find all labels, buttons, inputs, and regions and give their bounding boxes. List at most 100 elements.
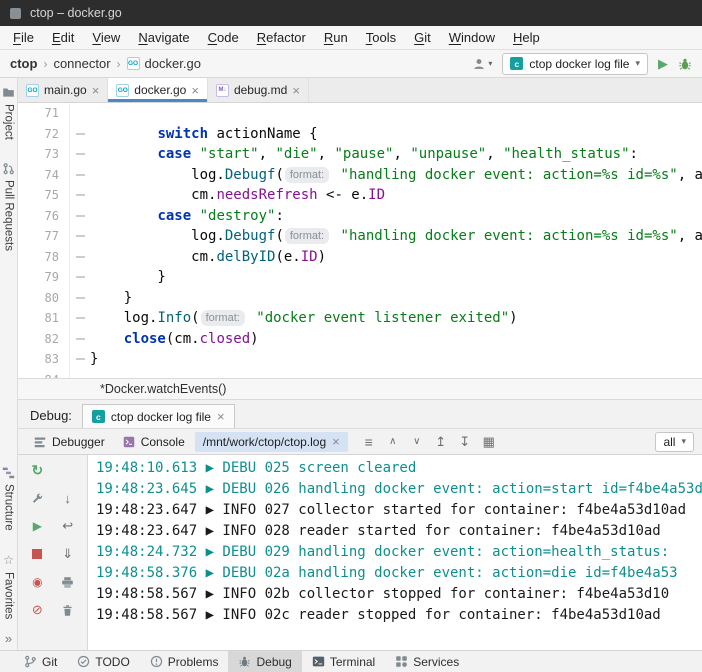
clear-icon[interactable]	[57, 600, 79, 620]
line-number[interactable]: 71	[18, 103, 70, 124]
status-item-debug[interactable]: Debug	[228, 651, 301, 672]
code-line[interactable]: 81 log.Info(format: "docker event listen…	[18, 308, 702, 329]
close-icon[interactable]: ×	[217, 410, 225, 423]
code-line[interactable]: 71	[18, 103, 702, 124]
breadcrumb-item-connector[interactable]: connector	[53, 56, 110, 71]
scroll-up-icon[interactable]: ↥	[430, 432, 452, 452]
code-line[interactable]: 82 close(cm.closed)	[18, 329, 702, 350]
line-number[interactable]: 82	[18, 329, 70, 350]
line-number[interactable]: 83	[18, 349, 70, 370]
code-line[interactable]: 72 switch actionName {	[18, 124, 702, 145]
menu-window[interactable]: Window	[440, 27, 504, 48]
line-number[interactable]: 72	[18, 124, 70, 145]
close-icon[interactable]: ×	[292, 84, 300, 97]
code-line[interactable]: 76 case "destroy":	[18, 206, 702, 227]
menu-view[interactable]: View	[83, 27, 129, 48]
tool-window-button-favorites[interactable]: ☆Favorites	[3, 553, 15, 619]
menu-git[interactable]: Git	[405, 27, 440, 48]
code-editor[interactable]: 7172 switch actionName {73 case "start",…	[18, 103, 702, 378]
debug-run-icon[interactable]	[678, 57, 692, 71]
menu-refactor[interactable]: Refactor	[248, 27, 315, 48]
code-line[interactable]: 83}	[18, 349, 702, 370]
view-breakpoints-icon[interactable]: ◉	[26, 572, 48, 592]
line-number[interactable]: 76	[18, 206, 70, 227]
tool-window-label: Favorites	[3, 572, 15, 619]
chevron-down-icon: ▾	[635, 58, 640, 69]
code-line[interactable]: 73 case "start", "die", "pause", "unpaus…	[18, 144, 702, 165]
resume-icon[interactable]: ▶	[26, 516, 48, 536]
code-line[interactable]: 75 cm.needsRefresh <- e.ID	[18, 185, 702, 206]
main-toolbar: ctop›connector›GOdocker.go ▾ c ctop dock…	[0, 50, 702, 78]
line-number[interactable]: 79	[18, 267, 70, 288]
line-number[interactable]: 74	[18, 165, 70, 186]
tool-window-button-pull-requests[interactable]: Pull Requests	[2, 162, 15, 251]
inlay-hint: format:	[201, 310, 245, 326]
editor-tab-docker-go[interactable]: GOdocker.go×	[108, 78, 208, 102]
line-number[interactable]: 84	[18, 370, 70, 379]
expand-icon[interactable]: ∨	[406, 432, 428, 452]
debug-tab-mnt-work-ctop-ctop-log[interactable]: /mnt/work/ctop/ctop.log×	[195, 432, 348, 452]
tool-window-button-structure[interactable]: Structure	[2, 466, 15, 531]
tab-label: main.go	[44, 83, 87, 97]
menu-code[interactable]: Code	[199, 27, 248, 48]
line-number[interactable]: 81	[18, 308, 70, 329]
line-number[interactable]: 75	[18, 185, 70, 206]
todo-icon	[77, 655, 90, 668]
debug-tab-console[interactable]: Console	[115, 432, 193, 452]
stop-icon[interactable]	[26, 544, 48, 564]
close-icon[interactable]: ×	[92, 84, 100, 97]
more-tool-windows-button[interactable]: »	[5, 631, 12, 646]
code-line[interactable]: 80 }	[18, 288, 702, 309]
menu-file[interactable]: File	[4, 27, 43, 48]
status-item-git[interactable]: Git	[14, 651, 67, 672]
print-icon[interactable]	[57, 572, 79, 592]
settings-icon[interactable]	[26, 488, 48, 508]
status-item-problems[interactable]: Problems	[140, 651, 229, 672]
menu-edit[interactable]: Edit	[43, 27, 83, 48]
line-number[interactable]: 78	[18, 247, 70, 268]
scroll-to-end-icon[interactable]: ⇓	[57, 544, 79, 564]
code-line[interactable]: 77 log.Debugf(format: "handling docker e…	[18, 226, 702, 247]
breadcrumb-item-ctop[interactable]: ctop	[10, 56, 37, 71]
table-view-icon[interactable]: ▦	[478, 432, 500, 452]
log-filter-select[interactable]: all ▾	[655, 432, 694, 452]
tool-window-button-project[interactable]: Project	[2, 86, 15, 140]
debug-session-tab[interactable]: c ctop docker log file ×	[82, 404, 235, 428]
run-icon[interactable]: ▶	[658, 56, 668, 72]
code-line[interactable]: 78 cm.delByID(e.ID)	[18, 247, 702, 268]
user-icon[interactable]: ▾	[472, 57, 492, 71]
scroll-down-icon[interactable]: ↧	[454, 432, 476, 452]
editor-tab-main-go[interactable]: GOmain.go×	[18, 78, 108, 102]
step-down-icon[interactable]: ↓	[57, 488, 79, 508]
soft-wrap-icon[interactable]: ↩	[57, 516, 79, 536]
close-icon[interactable]: ×	[332, 435, 340, 448]
menu-tools[interactable]: Tools	[357, 27, 405, 48]
line-number[interactable]: 77	[18, 226, 70, 247]
mute-breakpoints-icon[interactable]: ⊘	[26, 600, 48, 620]
editor-tab-debug-md[interactable]: M↓debug.md×	[208, 78, 309, 102]
run-config-value: ctop docker log file	[529, 57, 629, 71]
fold-marker	[70, 329, 90, 350]
line-number[interactable]: 73	[18, 144, 70, 165]
run-config-select[interactable]: c ctop docker log file ▾	[502, 53, 648, 75]
code-line[interactable]: 84	[18, 370, 702, 379]
log-output[interactable]: 19:48:10.613 ▶ DEBU 025 screen cleared19…	[88, 455, 702, 650]
log-line: 19:48:58.567 ▶ INFO 02b collector stoppe…	[96, 584, 702, 605]
menu-navigate[interactable]: Navigate	[129, 27, 198, 48]
rerun-icon[interactable]: ↻	[26, 460, 48, 480]
status-item-todo[interactable]: TODO	[67, 651, 139, 672]
status-item-terminal[interactable]: Terminal	[302, 651, 385, 672]
menu-help[interactable]: Help	[504, 27, 549, 48]
debug-tab-debugger[interactable]: Debugger	[26, 432, 113, 452]
collapse-icon[interactable]: ∧	[382, 432, 404, 452]
options-menu-icon[interactable]: ≡	[358, 432, 380, 452]
line-number[interactable]: 80	[18, 288, 70, 309]
tool-window-label: Pull Requests	[3, 180, 15, 251]
breadcrumb-item-docker-go[interactable]: GOdocker.go	[127, 56, 201, 71]
code-text: log.Info(format: "docker event listener …	[90, 308, 518, 329]
menu-run[interactable]: Run	[315, 27, 357, 48]
close-icon[interactable]: ×	[191, 84, 199, 97]
code-line[interactable]: 79 }	[18, 267, 702, 288]
code-line[interactable]: 74 log.Debugf(format: "handling docker e…	[18, 165, 702, 186]
status-item-services[interactable]: Services	[385, 651, 469, 672]
